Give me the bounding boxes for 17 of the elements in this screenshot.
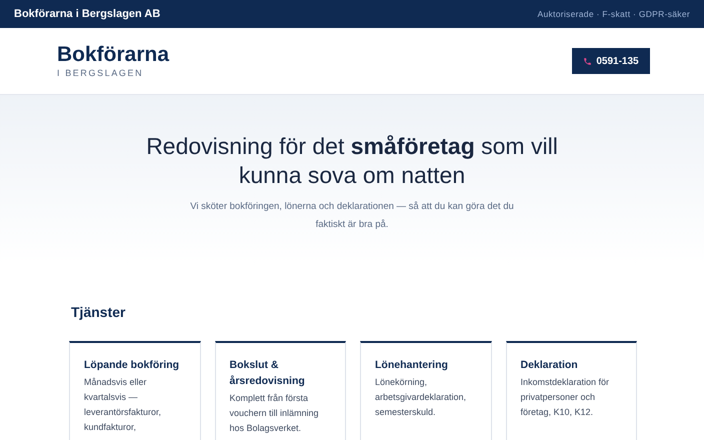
card-title: Lönehantering	[375, 358, 449, 373]
section-heading: Tjänster	[71, 303, 126, 321]
hero-heading: Redovisning för det småföretag som vill kunna sova om natten	[145, 132, 559, 190]
card-text: Komplett från första vouchern till inlämning hos Bolagsverket.	[230, 392, 320, 435]
card-text: Lönekörning, arbetsgivardeklaration, semesterskuld.	[375, 376, 468, 419]
company-name: Bokförarna i Bergslagen AB	[14, 6, 160, 22]
brand-name[interactable]: Bokförarna	[57, 43, 170, 67]
phone-button[interactable]: 0591-135	[572, 48, 650, 74]
card-text: Månadsvis eller kvartalsvis — leverantörsfakturor, kundfakturor,	[84, 376, 162, 434]
card-text: Inkomstdeklaration för privatpersoner och företag, K10, K12.	[520, 376, 610, 419]
brand-tagline: I BERGSLAGEN	[57, 67, 144, 79]
credentials-text: Auktoriserade · F-skatt · GDPR-säker	[538, 8, 690, 20]
card-title: Löpande bokföring	[84, 358, 180, 373]
phone-icon	[583, 56, 592, 66]
card-title: Deklaration	[520, 358, 579, 373]
card-title: Bokslut & årsredovisning	[230, 358, 306, 389]
hero-lead: Vi sköter bokföringen, lönerna och deklarationen — så att du kan göra det du faktiskt är bra på.	[189, 200, 515, 232]
